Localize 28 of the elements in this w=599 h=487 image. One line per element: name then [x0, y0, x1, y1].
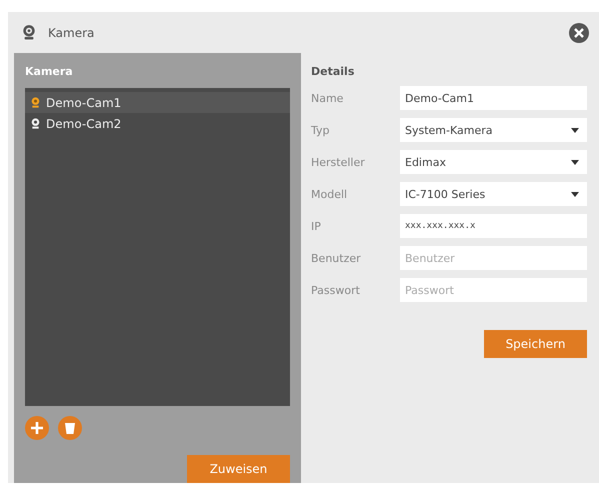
caret-icon — [571, 160, 579, 164]
input-field[interactable]: xxx.xxx.xxx.x — [400, 214, 587, 238]
input-field[interactable]: Passwort — [400, 278, 587, 302]
webcam-icon — [31, 97, 40, 108]
window-title: Kamera — [48, 26, 96, 40]
input-field[interactable]: Benutzer — [400, 246, 587, 270]
field-label: IP — [311, 220, 322, 232]
dropdown[interactable]: IC-7100 Series — [400, 182, 587, 206]
dropdown[interactable]: System-Kamera — [400, 118, 587, 142]
camera-item[interactable]: Demo-Cam2 — [25, 113, 290, 134]
webcam-icon — [22, 24, 36, 41]
field-label: Modell — [311, 188, 348, 200]
field-label: Passwort — [311, 284, 361, 296]
add-icon[interactable] — [25, 416, 49, 440]
input-field[interactable]: Demo-Cam1 — [400, 86, 587, 110]
webcam-icon — [31, 118, 40, 129]
trash-icon[interactable] — [58, 416, 82, 440]
field-label: Typ — [311, 124, 330, 136]
dropdown[interactable]: Edimax — [400, 150, 587, 174]
panel-title: Kamera — [25, 64, 74, 80]
field-label: Benutzer — [311, 252, 362, 264]
caret-icon — [571, 128, 579, 132]
section-title: Details — [311, 64, 356, 80]
camera-item[interactable]: Demo-Cam1 — [25, 92, 290, 113]
caret-icon — [571, 192, 579, 196]
field-label: Name — [311, 92, 344, 104]
field-label: Hersteller — [311, 156, 366, 168]
close-icon[interactable] — [569, 22, 589, 42]
